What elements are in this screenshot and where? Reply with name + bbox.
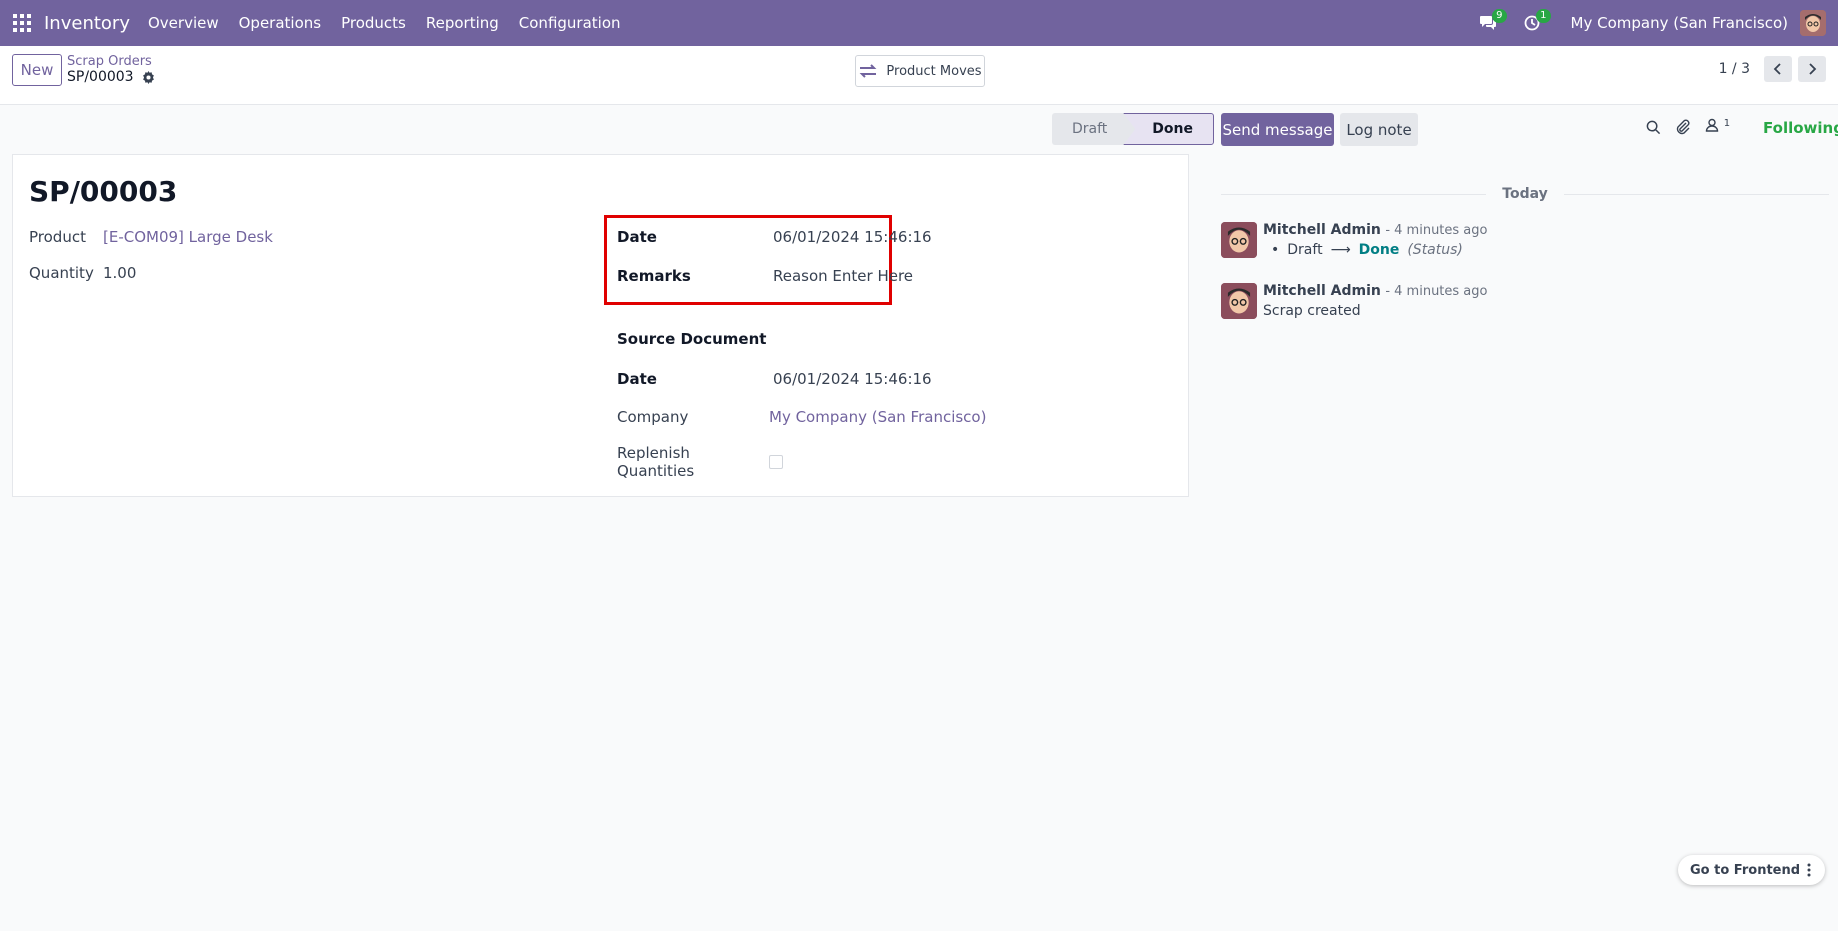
messages-badge: 9 [1492, 9, 1507, 23]
message-body: Mitchell Admin - 4 minutes ago Scrap cre… [1263, 283, 1487, 319]
product-moves-label: Product Moves [886, 63, 982, 79]
go-to-frontend-label: Go to Frontend [1690, 862, 1801, 878]
date2-value[interactable]: 06/01/2024 15:46:16 [773, 370, 932, 388]
chatter-tools: 1 [1646, 118, 1730, 136]
paperclip-icon[interactable] [1675, 119, 1691, 135]
avatar-face-icon [1800, 10, 1826, 36]
record-title: SP/00003 [29, 175, 178, 208]
date-label: Date [617, 228, 657, 246]
breadcrumb: Scrap Orders SP/00003 [67, 54, 155, 85]
bullet: • [1271, 242, 1280, 258]
new-button[interactable]: New [12, 54, 62, 86]
apps-menu-icon[interactable] [13, 14, 31, 32]
followers-count: 1 [1723, 118, 1731, 129]
field-remarks: Remarks Reason Enter Here [617, 267, 913, 285]
product-moves-button[interactable]: Product Moves [855, 55, 985, 87]
product-label: Product [29, 228, 86, 246]
messaging-menu[interactable]: 9 [1473, 8, 1507, 38]
chatter-message: Mitchell Admin - 4 minutes ago • Draft ⟶… [1221, 222, 1487, 258]
breadcrumb-current: SP/00003 [67, 69, 155, 85]
field-date: Date 06/01/2024 15:46:16 [617, 228, 932, 246]
field-replenish-quantities: Replenish Quantities [617, 444, 783, 480]
message-header: Mitchell Admin - 4 minutes ago [1263, 222, 1487, 238]
stage-done[interactable]: Done [1123, 113, 1214, 145]
menu-item-operations[interactable]: Operations [229, 14, 331, 32]
remarks-label: Remarks [617, 267, 691, 285]
quantity-label: Quantity [29, 264, 94, 282]
user-avatar[interactable] [1800, 10, 1826, 36]
separator-line [1563, 193, 1830, 195]
chatter-message: Mitchell Admin - 4 minutes ago Scrap cre… [1221, 283, 1487, 319]
field-product: Product [E-COM09] Large Desk [29, 228, 273, 246]
today-label: Today [1502, 186, 1548, 202]
replenish-checkbox[interactable] [769, 455, 783, 469]
menu-item-products[interactable]: Products [331, 14, 416, 32]
field-company: Company My Company (San Francisco) [617, 408, 986, 426]
form-sheet: SP/00003 Product [E-COM09] Large Desk Qu… [12, 154, 1189, 497]
message-text: Scrap created [1263, 303, 1361, 319]
navbar-systray: 9 1 My Company (San Francisco) [1473, 0, 1838, 46]
avatar-face-icon [1221, 283, 1257, 319]
menu-item-reporting[interactable]: Reporting [416, 14, 509, 32]
followers-button[interactable]: 1 [1705, 118, 1730, 136]
menu-item-overview[interactable]: Overview [138, 14, 229, 32]
more-options-button[interactable] [1799, 860, 1819, 880]
control-panel: New Scrap Orders SP/00003 Product Moves … [0, 46, 1838, 105]
tracking-new-value: Done [1358, 242, 1400, 258]
message-author[interactable]: Mitchell Admin [1263, 283, 1381, 299]
following-button[interactable]: Following [1763, 119, 1838, 137]
separator-line [1221, 193, 1487, 195]
tracking-value: • Draft ⟶ Done (Status) [1271, 242, 1487, 258]
status-bar: Draft Done [1052, 113, 1214, 145]
main-menu: Overview Operations Products Reporting C… [138, 14, 631, 32]
date2-label: Date [617, 370, 657, 388]
source-document-section-title: Source Document [617, 330, 767, 348]
breadcrumb-current-label: SP/00003 [67, 69, 134, 85]
company-value-link[interactable]: My Company (San Francisco) [769, 408, 986, 426]
chevron-right-icon [1809, 63, 1817, 75]
quantity-value[interactable]: 1.00 [103, 264, 136, 282]
message-author[interactable]: Mitchell Admin [1263, 222, 1381, 238]
activity-menu[interactable]: 1 [1517, 8, 1551, 38]
app-brand[interactable]: Inventory [44, 13, 130, 34]
message-header: Mitchell Admin - 4 minutes ago [1263, 283, 1487, 299]
pager-previous-button[interactable] [1764, 56, 1792, 82]
vertical-dots-icon [1807, 863, 1811, 877]
search-icon[interactable] [1646, 120, 1661, 135]
top-navbar: Inventory Overview Operations Products R… [0, 0, 1838, 46]
tracking-field-name: (Status) [1407, 242, 1463, 258]
pager: 1 / 3 [1719, 56, 1826, 82]
chevron-left-icon [1773, 63, 1781, 75]
log-note-button[interactable]: Log note [1340, 113, 1418, 146]
message-body: Mitchell Admin - 4 minutes ago • Draft ⟶… [1263, 222, 1487, 258]
gear-icon[interactable] [142, 70, 155, 84]
pager-value[interactable]: 1 / 3 [1719, 61, 1750, 77]
breadcrumb-scrap-orders[interactable]: Scrap Orders [67, 54, 155, 69]
message-time: - 4 minutes ago [1385, 284, 1488, 299]
send-message-button[interactable]: Send message [1221, 113, 1334, 146]
message-time: - 4 minutes ago [1385, 223, 1488, 238]
stage-draft[interactable]: Draft [1052, 113, 1135, 145]
menu-item-configuration[interactable]: Configuration [509, 14, 631, 32]
activities-badge: 1 [1536, 9, 1551, 23]
field-date-2: Date 06/01/2024 15:46:16 [617, 370, 932, 388]
user-icon [1705, 118, 1719, 132]
remarks-value[interactable]: Reason Enter Here [773, 267, 913, 285]
company-label: Company [617, 408, 689, 426]
message-author-avatar[interactable] [1221, 283, 1257, 319]
today-separator: Today [1221, 186, 1830, 202]
arrow-right-icon: ⟶ [1330, 242, 1351, 258]
tracking-old-value: Draft [1287, 242, 1323, 258]
field-quantity: Quantity 1.00 [29, 264, 136, 282]
go-to-frontend-button[interactable]: Go to Frontend [1678, 855, 1825, 885]
company-switcher[interactable]: My Company (San Francisco) [1571, 14, 1788, 32]
replenish-label: Replenish Quantities [617, 444, 695, 480]
date-value[interactable]: 06/01/2024 15:46:16 [773, 228, 932, 246]
exchange-arrows-icon [860, 64, 877, 78]
message-author-avatar[interactable] [1221, 222, 1257, 258]
product-value-link[interactable]: [E-COM09] Large Desk [103, 228, 273, 246]
pager-next-button[interactable] [1798, 56, 1826, 82]
avatar-face-icon [1221, 222, 1257, 258]
